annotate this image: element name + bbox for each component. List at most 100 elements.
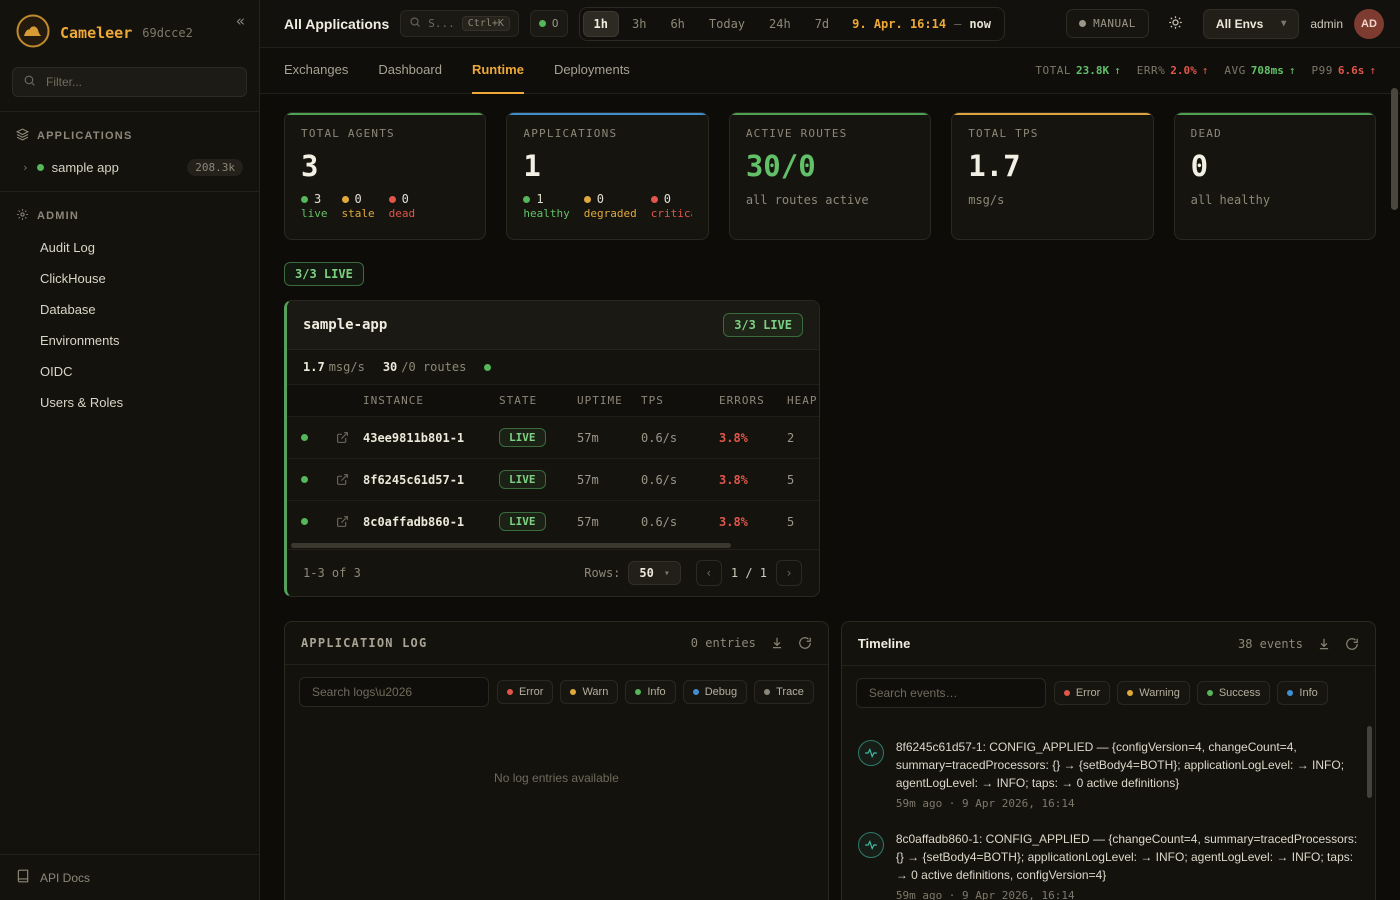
status-dot-green: [37, 164, 44, 171]
timeline-scrollbar[interactable]: [1367, 726, 1372, 798]
external-link-icon[interactable]: [321, 515, 363, 528]
manual-refresh-button[interactable]: MANUAL: [1066, 9, 1149, 38]
card-value: 30/0: [746, 149, 914, 183]
time-range-1h[interactable]: 1h: [583, 11, 619, 37]
card-substats: 1healthy 0degraded 0critical: [523, 192, 691, 220]
tab-deployments[interactable]: Deployments: [554, 48, 630, 94]
timeline-title: Timeline: [858, 636, 911, 651]
online-indicator[interactable]: O: [530, 10, 568, 37]
brand-name: Cameleer: [60, 24, 132, 42]
username-label: admin: [1310, 17, 1343, 31]
timeline-filter-warning[interactable]: Warning: [1117, 681, 1190, 705]
rows-per-page-select[interactable]: 50 ▾: [628, 561, 680, 585]
log-filter-info[interactable]: Info: [625, 680, 675, 704]
sidebar-item-users-roles[interactable]: Users & Roles: [0, 387, 259, 418]
sidebar-item-environments[interactable]: Environments: [0, 325, 259, 356]
time-range-today[interactable]: Today: [698, 11, 756, 37]
admin-section: ADMIN Audit Log ClickHouse Database Envi…: [0, 191, 259, 426]
sidebar-item-audit-log[interactable]: Audit Log: [0, 232, 259, 263]
download-icon[interactable]: [770, 636, 784, 650]
api-docs-link[interactable]: API Docs: [0, 854, 259, 900]
timeline-search-input[interactable]: [867, 685, 1035, 701]
log-filter-error[interactable]: Error: [497, 680, 553, 704]
search-shortcut-kbd: Ctrl+K: [462, 16, 510, 31]
search-icon: [23, 74, 36, 90]
avatar[interactable]: AD: [1354, 9, 1384, 39]
sidebar-filter-input[interactable]: [44, 74, 236, 90]
table-row[interactable]: 8c0affadb860-1 LIVE 57m 0.6/s 3.8% 5: [287, 500, 819, 542]
card-value: 0: [1191, 149, 1359, 183]
log-filter-trace[interactable]: Trace: [754, 680, 814, 704]
status-dot-green: [301, 434, 308, 441]
prev-page-button[interactable]: ‹: [696, 560, 722, 586]
manual-status-dot: [1079, 20, 1086, 27]
admin-section-header: ADMIN: [0, 200, 259, 232]
main-area: All Applications S... Ctrl+K O 1h 3h 6h …: [260, 0, 1400, 900]
log-filter-debug[interactable]: Debug: [683, 680, 747, 704]
sidebar-item-oidc[interactable]: OIDC: [0, 356, 259, 387]
status-dot-red: [389, 196, 396, 203]
tab-dashboard[interactable]: Dashboard: [378, 48, 442, 94]
sidebar-filter[interactable]: [12, 67, 247, 97]
card-accent: [285, 113, 485, 115]
sun-icon: [1168, 15, 1183, 33]
applications-section-header: APPLICATIONS: [0, 120, 259, 152]
status-dot-green: [484, 364, 491, 371]
table-footer: 1-3 of 3 Rows: 50 ▾ ‹ 1 / 1 ›: [287, 549, 819, 596]
brand-area: Cameleer 69dcce2: [0, 0, 259, 63]
rows-per-page-label: Rows:: [584, 566, 620, 580]
refresh-icon[interactable]: [798, 636, 812, 650]
time-range-24h[interactable]: 24h: [758, 11, 802, 37]
sidebar-collapse-button[interactable]: «: [236, 12, 245, 30]
page-scrollbar[interactable]: [1391, 88, 1398, 210]
card-title: TOTAL TPS: [968, 127, 1136, 140]
theme-toggle-button[interactable]: [1160, 8, 1192, 40]
list-item[interactable]: 8f6245c61d57-1: CONFIG_APPLIED — {config…: [858, 728, 1359, 820]
card-subtext: msg/s: [968, 193, 1136, 207]
sample-app-card-header[interactable]: sample-app 3/3 LIVE: [287, 301, 819, 350]
card-active-routes: ACTIVE ROUTES 30/0 all routes active: [729, 112, 931, 240]
instances-table-header: INSTANCE STATE UPTIME TPS ERRORS HEAP: [287, 385, 819, 416]
external-link-icon[interactable]: [321, 431, 363, 444]
arrow-up-icon: ↑: [1289, 64, 1296, 77]
app-meta-row: 1.7msg/s 30/0 routes: [287, 350, 819, 385]
metric-total: TOTAL 23.8K ↑: [1035, 64, 1120, 77]
sidebar-item-clickhouse[interactable]: ClickHouse: [0, 263, 259, 294]
log-search-input[interactable]: [310, 684, 478, 700]
app-root: « Cameleer 69dcce2 APPLICATIONS ›: [0, 0, 1400, 900]
environment-select-value: All Envs: [1216, 17, 1263, 31]
refresh-icon[interactable]: [1345, 637, 1359, 651]
tab-runtime[interactable]: Runtime: [472, 48, 524, 94]
external-link-icon[interactable]: [321, 473, 363, 486]
time-range-6h[interactable]: 6h: [659, 11, 695, 37]
status-dot-red: [651, 196, 658, 203]
next-page-button[interactable]: ›: [776, 560, 802, 586]
table-row[interactable]: 8f6245c61d57-1 LIVE 57m 0.6/s 3.8% 5: [287, 458, 819, 500]
card-title: APPLICATIONS: [523, 127, 691, 140]
status-dot-amber: [1127, 690, 1133, 696]
log-search[interactable]: [299, 677, 489, 707]
horizontal-scrollbar[interactable]: [291, 543, 731, 548]
table-row[interactable]: 43ee9811b801-1 LIVE 57m 0.6/s 3.8% 2: [287, 416, 819, 458]
metric-err: ERR% 2.0% ↑: [1137, 64, 1209, 77]
card-title: TOTAL AGENTS: [301, 127, 469, 140]
list-item[interactable]: 8c0affadb860-1: CONFIG_APPLIED — {change…: [858, 820, 1359, 900]
log-filter-warn[interactable]: Warn: [560, 680, 618, 704]
sidebar-item-sample-app[interactable]: › sample app 208.3k: [0, 152, 259, 183]
sample-app-card: sample-app 3/3 LIVE 1.7msg/s 30/0 routes…: [284, 300, 820, 597]
global-search[interactable]: S... Ctrl+K: [400, 10, 519, 37]
sidebar-item-database[interactable]: Database: [0, 294, 259, 325]
environment-select[interactable]: All Envs ▾: [1203, 9, 1299, 39]
app-live-badge: 3/3 LIVE: [723, 313, 803, 337]
instances-table: INSTANCE STATE UPTIME TPS ERRORS HEAP 43…: [287, 385, 819, 549]
timeline-filter-info[interactable]: Info: [1277, 681, 1327, 705]
content-area: TOTAL AGENTS 3 3live 0stale 0dead APPLIC…: [260, 94, 1400, 900]
timeline-search[interactable]: [856, 678, 1046, 708]
time-range-3h[interactable]: 3h: [621, 11, 657, 37]
time-range-7d[interactable]: 7d: [804, 11, 840, 37]
timeline-filter-error[interactable]: Error: [1054, 681, 1110, 705]
timeline-filter-success[interactable]: Success: [1197, 681, 1271, 705]
bottom-panels: APPLICATION LOG 0 entries Error: [284, 621, 1376, 900]
tab-exchanges[interactable]: Exchanges: [284, 48, 348, 94]
download-icon[interactable]: [1317, 637, 1331, 651]
